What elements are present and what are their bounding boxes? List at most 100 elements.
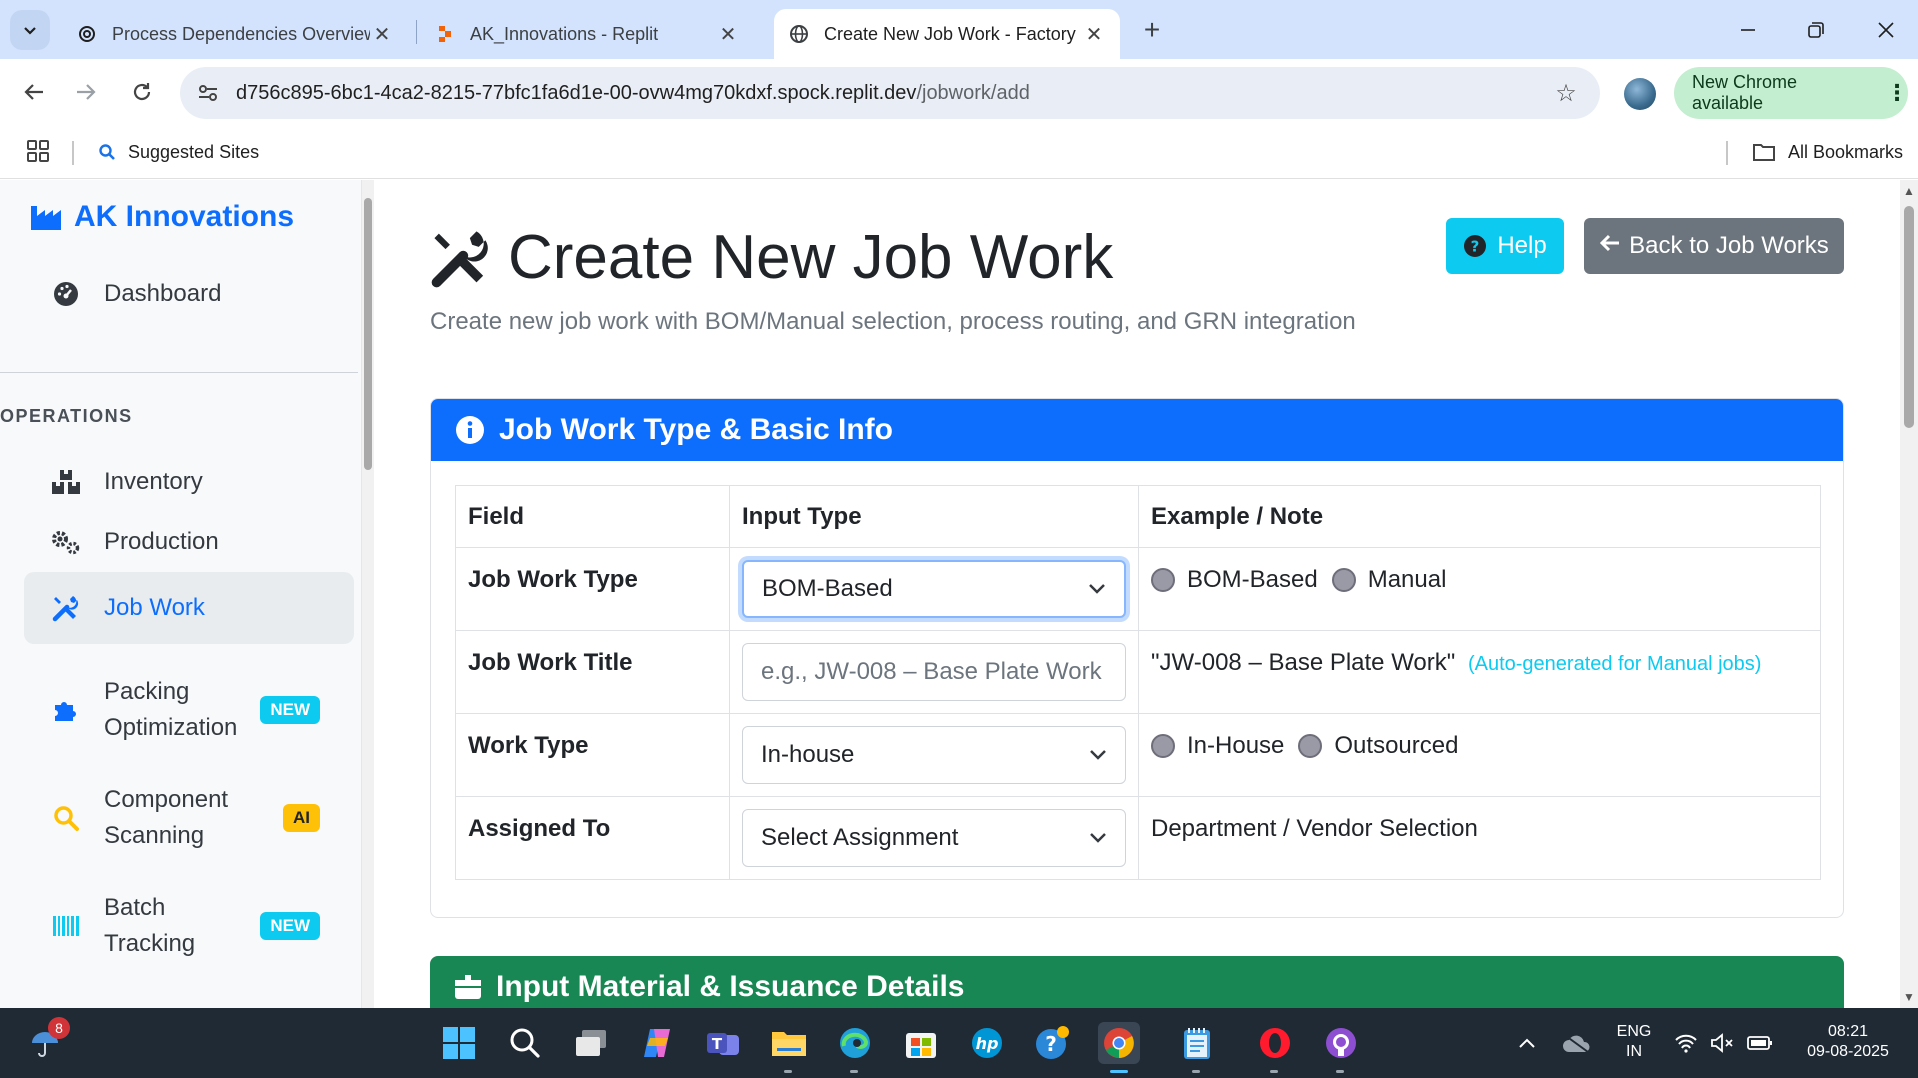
chrome-update-button[interactable]: New Chrome available ⋮ [1674, 67, 1908, 119]
taskbar-search-button[interactable] [504, 1022, 546, 1064]
select-value: BOM-Based [762, 575, 893, 602]
job-work-type-select[interactable]: BOM-Based [742, 560, 1126, 618]
bookmark-suggested-sites[interactable]: Suggested Sites [98, 137, 259, 167]
assigned-to-select[interactable]: Select Assignment [742, 809, 1126, 867]
hp-button[interactable]: hp [966, 1022, 1008, 1064]
sidebar-scrollbar-thumb[interactable] [364, 198, 372, 470]
radio-outsourced[interactable] [1298, 734, 1323, 758]
notification-badge: 8 [48, 1017, 70, 1039]
close-window-button[interactable] [1858, 10, 1914, 50]
main-scrollbar-thumb[interactable] [1904, 206, 1914, 428]
new-tab-button[interactable]: + [1136, 14, 1168, 46]
all-bookmarks-button[interactable]: All Bookmarks [1752, 137, 1903, 167]
opera-icon [1260, 1028, 1290, 1058]
opera-button[interactable] [1254, 1022, 1296, 1064]
cloud-icon [1563, 1035, 1590, 1053]
volume-button[interactable] [1704, 1022, 1740, 1064]
radio-in-house[interactable] [1151, 734, 1175, 758]
bookmark-star-icon[interactable]: ☆ [1546, 79, 1586, 108]
sidebar-item-dashboard[interactable]: Dashboard [24, 264, 354, 324]
main-scrollbar[interactable]: ▲ ▼ [1900, 180, 1918, 1008]
chrome-update-label: New Chrome available [1692, 72, 1798, 113]
bookmark-label: Suggested Sites [128, 141, 260, 162]
folder-icon [1752, 142, 1776, 162]
wifi-button[interactable] [1668, 1022, 1704, 1064]
job-work-title-input[interactable]: e.g., JW-008 – Base Plate Work [742, 643, 1126, 701]
card-title: Job Work Type & Basic Info [499, 413, 893, 446]
work-type-select[interactable]: In-house [742, 726, 1126, 784]
microsoft-store-button[interactable] [900, 1022, 942, 1064]
reload-button[interactable] [122, 72, 162, 112]
language-indicator[interactable]: ENG IN [1614, 1022, 1654, 1062]
notepad-button[interactable] [1176, 1022, 1218, 1064]
get-help-button[interactable]: ? [1032, 1022, 1074, 1064]
tab-create-job-work[interactable]: Create New Job Work - Factory ✕ [774, 9, 1120, 59]
close-tab-icon[interactable]: ✕ [370, 22, 394, 46]
github-desktop-button[interactable] [1320, 1022, 1362, 1064]
minimize-button[interactable] [1720, 10, 1776, 50]
boxes-icon [454, 974, 482, 1000]
radio-manual[interactable] [1331, 568, 1356, 592]
running-indicator [1270, 1070, 1278, 1073]
sidebar-item-component-scanning[interactable]: Component Scanning AI [24, 778, 354, 858]
sidebar-item-job-work[interactable]: Job Work [24, 572, 354, 644]
site-settings-icon[interactable] [194, 79, 222, 107]
page-title-text: Create New Job Work [508, 223, 1114, 292]
running-indicator [850, 1070, 858, 1073]
copilot-button[interactable] [636, 1022, 678, 1064]
scroll-up-icon[interactable]: ▲ [1903, 184, 1915, 198]
forward-button[interactable] [66, 72, 106, 112]
tab-search-button[interactable] [10, 10, 50, 50]
tab-process-dependencies[interactable]: Process Dependencies Overview ✕ [62, 9, 408, 59]
close-tab-icon[interactable]: ✕ [716, 22, 740, 46]
replit-icon [434, 23, 456, 45]
sidebar-item-inventory[interactable]: Inventory [24, 452, 354, 512]
svg-text:?: ? [1471, 238, 1480, 256]
clock[interactable]: 08:21 09-08-2025 [1796, 1022, 1900, 1062]
file-explorer-button[interactable] [768, 1022, 810, 1064]
close-tab-icon[interactable]: ✕ [1082, 22, 1106, 46]
show-hidden-icons-button[interactable] [1506, 1022, 1548, 1064]
teams-icon: T [707, 1033, 739, 1055]
start-button[interactable] [438, 1022, 480, 1064]
svg-text:?: ? [1045, 1032, 1057, 1056]
url-path: /jobwork/add [916, 81, 1030, 104]
task-view-button[interactable] [570, 1022, 612, 1064]
industry-icon [30, 203, 62, 231]
edge-button[interactable] [834, 1022, 876, 1064]
running-indicator-active [1110, 1070, 1128, 1073]
back-button[interactable] [14, 72, 54, 112]
sidebar-item-production[interactable]: Production [24, 512, 354, 572]
tools-icon [50, 594, 82, 622]
sidebar-item-batch-tracking[interactable]: Batch Tracking NEW [24, 886, 354, 966]
help-button[interactable]: ? Help [1446, 218, 1564, 274]
tab-replit[interactable]: AK_Innovations - Replit ✕ [420, 9, 754, 59]
cogs-icon [50, 529, 82, 555]
scroll-down-icon[interactable]: ▼ [1903, 990, 1915, 1004]
address-bar[interactable]: d756c895-6bc1-4ca2-8215-77bfc1fa6d1e-00-… [180, 67, 1600, 119]
input-placeholder: e.g., JW-008 – Base Plate Work [761, 658, 1102, 685]
sidebar-scrollbar[interactable] [362, 180, 374, 1008]
barcode-icon [50, 914, 82, 938]
chrome-button[interactable] [1098, 1022, 1140, 1064]
restore-button[interactable] [1788, 10, 1844, 50]
more-menu-icon[interactable]: ⋮ [1886, 80, 1908, 106]
puzzle-icon [50, 697, 82, 723]
label-line1: Batch [104, 894, 166, 921]
back-to-job-works-button[interactable]: Back to Job Works [1584, 218, 1844, 274]
sidebar-item-packing-optimization[interactable]: Packing Optimization NEW [24, 670, 354, 750]
onedrive-button[interactable] [1556, 1022, 1598, 1064]
tab-separator [416, 20, 417, 44]
brand-link[interactable]: AK Innovations [30, 200, 294, 234]
radio-bom-based[interactable] [1151, 568, 1175, 592]
teams-button[interactable]: T [702, 1022, 744, 1064]
profile-avatar[interactable] [1624, 78, 1656, 110]
note-cell: Department / Vendor Selection [1138, 796, 1821, 880]
sidebar-item-label: Production [104, 528, 219, 555]
tools-icon [430, 227, 492, 289]
note-cell: "JW-008 – Base Plate Work" (Auto-generat… [1138, 630, 1821, 714]
battery-button[interactable] [1740, 1022, 1780, 1064]
info-circle-icon [455, 415, 485, 445]
table-row: Work Type In-house In-House Outsourced [455, 713, 1821, 797]
apps-grid-icon[interactable] [26, 139, 50, 163]
